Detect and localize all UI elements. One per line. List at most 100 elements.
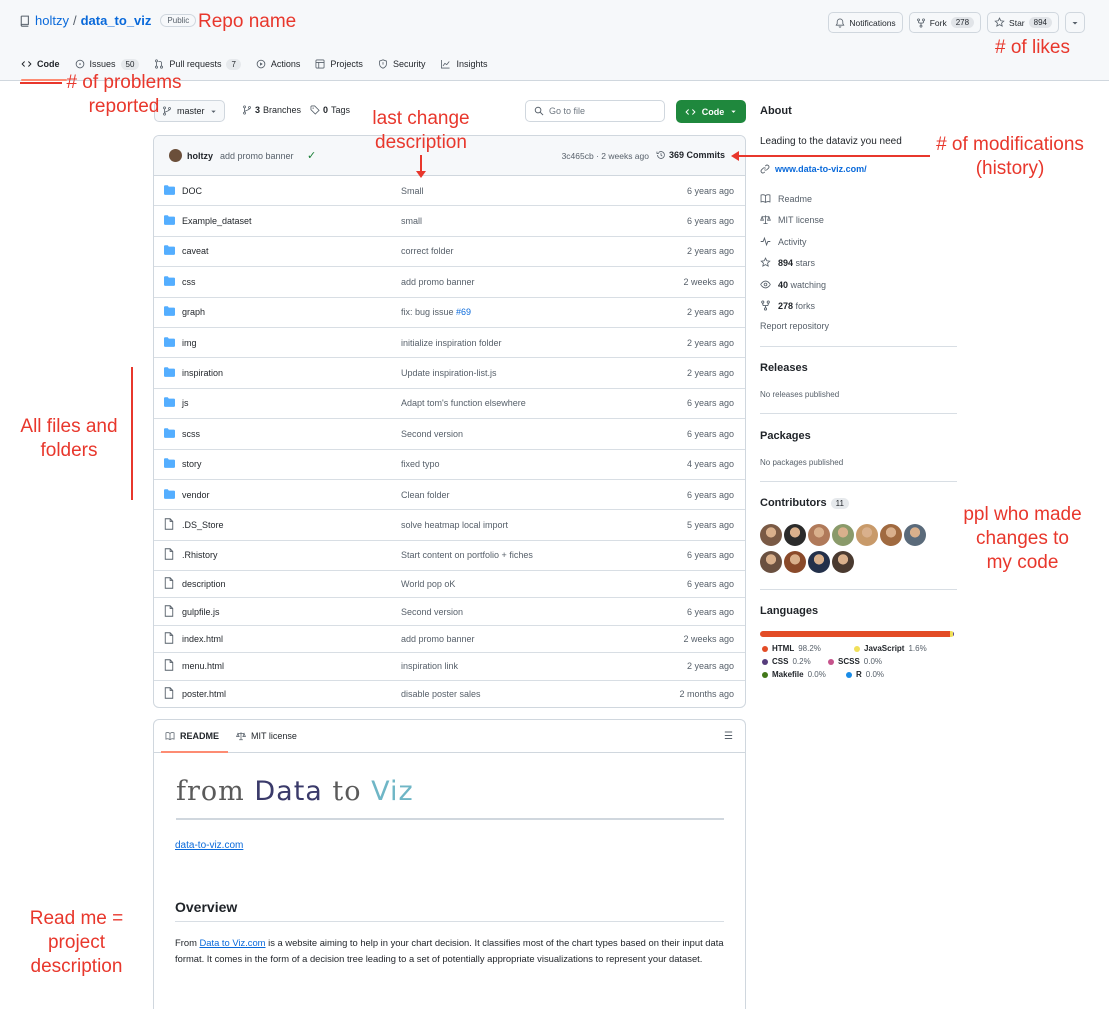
- avatar[interactable]: [880, 524, 902, 546]
- file-name-link[interactable]: scss: [182, 429, 200, 439]
- contributors-heading[interactable]: Contributors 11: [760, 497, 849, 509]
- forks-link[interactable]: 278 forks: [760, 300, 815, 311]
- tab-security[interactable]: Security: [378, 55, 425, 73]
- releases-heading[interactable]: Releases: [760, 362, 808, 374]
- table-row[interactable]: gulpfile.js Second version 6 years ago: [154, 598, 745, 626]
- tab-projects[interactable]: Projects: [315, 55, 363, 73]
- stars-link[interactable]: 894 stars: [760, 257, 815, 268]
- avatar[interactable]: [760, 524, 782, 546]
- file-name-link[interactable]: inspiration: [182, 368, 223, 378]
- file-name-link[interactable]: js: [182, 398, 189, 408]
- file-commit-message[interactable]: World pop oK: [401, 579, 455, 589]
- issue-link[interactable]: #69: [456, 307, 471, 317]
- table-row[interactable]: inspiration Update inspiration-list.js 2 y…: [154, 358, 745, 389]
- commits-history-link[interactable]: 369 Commits: [656, 150, 725, 160]
- readme-link[interactable]: Readme: [760, 193, 812, 204]
- report-repository-link[interactable]: Report repository: [760, 321, 829, 331]
- tab-license[interactable]: MIT license: [236, 731, 297, 741]
- packages-heading[interactable]: Packages: [760, 430, 811, 442]
- website-link[interactable]: www.data-to-viz.com/: [760, 164, 867, 174]
- file-name-link[interactable]: story: [182, 459, 202, 469]
- table-row[interactable]: story fixed typo 4 years ago: [154, 450, 745, 480]
- avatar[interactable]: [856, 524, 878, 546]
- table-row[interactable]: vendor Clean folder 6 years ago: [154, 480, 745, 511]
- avatar[interactable]: [832, 524, 854, 546]
- file-commit-message[interactable]: correct folder: [401, 246, 454, 256]
- code-dropdown-button[interactable]: Code: [676, 100, 746, 123]
- table-row[interactable]: description World pop oK 6 years ago: [154, 571, 745, 599]
- file-commit-message[interactable]: Update inspiration-list.js: [401, 368, 497, 378]
- file-name-link[interactable]: poster.html: [182, 689, 226, 699]
- file-name-link[interactable]: index.html: [182, 634, 223, 644]
- file-commit-message[interactable]: Start content on portfolio + fiches: [401, 550, 533, 560]
- commit-message[interactable]: add promo banner: [220, 151, 294, 161]
- tab-insights[interactable]: Insights: [440, 55, 487, 73]
- file-name-link[interactable]: gulpfile.js: [182, 607, 220, 617]
- fork-button[interactable]: Fork 278: [908, 12, 982, 33]
- language-item[interactable]: JavaScript 1.6%: [854, 644, 927, 653]
- repo-name-link[interactable]: data_to_viz: [81, 13, 152, 28]
- list-icon[interactable]: ☰: [724, 731, 733, 742]
- go-to-file-input[interactable]: Go to file: [525, 100, 665, 122]
- file-commit-message[interactable]: add promo banner: [401, 634, 475, 644]
- file-name-link[interactable]: menu.html: [182, 661, 224, 671]
- table-row[interactable]: index.html add promo banner 2 weeks ago: [154, 626, 745, 654]
- readme-site-link[interactable]: data-to-viz.com: [175, 840, 243, 851]
- table-row[interactable]: caveat correct folder 2 years ago: [154, 237, 745, 268]
- file-name-link[interactable]: .DS_Store: [182, 520, 224, 530]
- language-item[interactable]: HTML 98.2%: [762, 644, 821, 653]
- avatar[interactable]: [169, 149, 182, 162]
- language-item[interactable]: SCSS 0.0%: [828, 657, 882, 666]
- table-row[interactable]: Example_dataset small 6 years ago: [154, 206, 745, 237]
- file-commit-message[interactable]: fixed typo: [401, 459, 440, 469]
- file-commit-message[interactable]: Adapt tom's function elsewhere: [401, 398, 526, 408]
- table-row[interactable]: css add promo banner 2 weeks ago: [154, 267, 745, 298]
- table-row[interactable]: .DS_Store solve heatmap local import 5 yea…: [154, 510, 745, 541]
- avatar[interactable]: [832, 551, 854, 573]
- tab-readme[interactable]: README: [165, 731, 219, 741]
- file-commit-message[interactable]: disable poster sales: [401, 689, 481, 699]
- table-row[interactable]: poster.html disable poster sales 2 months …: [154, 681, 745, 707]
- table-row[interactable]: .Rhistory Start content on portfolio + fi…: [154, 541, 745, 572]
- file-commit-message[interactable]: fix: bug issue #69: [401, 307, 471, 317]
- star-button[interactable]: Star 894: [987, 12, 1059, 33]
- license-link[interactable]: MIT license: [760, 214, 824, 225]
- file-name-link[interactable]: description: [182, 579, 226, 589]
- activity-link[interactable]: Activity: [760, 236, 807, 247]
- file-commit-message[interactable]: solve heatmap local import: [401, 520, 508, 530]
- tags-link[interactable]: 0 Tags: [310, 105, 350, 115]
- commit-author[interactable]: holtzy: [187, 151, 213, 161]
- table-row[interactable]: DOC Small 6 years ago: [154, 176, 745, 207]
- file-name-link[interactable]: .Rhistory: [182, 550, 218, 560]
- star-list-dropdown[interactable]: [1065, 12, 1085, 33]
- avatar[interactable]: [784, 524, 806, 546]
- tab-code[interactable]: Code: [21, 55, 60, 73]
- file-commit-message[interactable]: Small: [401, 186, 424, 196]
- repo-owner-link[interactable]: holtzy: [35, 13, 69, 28]
- avatar[interactable]: [904, 524, 926, 546]
- commit-sha-time[interactable]: 3c465cb · 2 weeks ago: [562, 151, 649, 161]
- table-row[interactable]: img initialize inspiration folder 2 years …: [154, 328, 745, 359]
- branches-link[interactable]: 3 Branches: [242, 105, 301, 115]
- tab-actions[interactable]: Actions: [256, 55, 300, 73]
- file-commit-message[interactable]: Second version: [401, 429, 463, 439]
- file-name-link[interactable]: vendor: [182, 490, 210, 500]
- file-commit-message[interactable]: add promo banner: [401, 277, 475, 287]
- notifications-button[interactable]: Notifications: [828, 12, 903, 33]
- language-item[interactable]: R 0.0%: [846, 670, 884, 679]
- table-row[interactable]: scss Second version 6 years ago: [154, 419, 745, 450]
- check-icon[interactable]: ✓: [307, 149, 316, 162]
- file-commit-message[interactable]: Second version: [401, 607, 463, 617]
- avatar[interactable]: [760, 551, 782, 573]
- avatar[interactable]: [808, 524, 830, 546]
- file-name-link[interactable]: Example_dataset: [182, 216, 252, 226]
- overview-link[interactable]: Data to Viz.com: [199, 937, 265, 948]
- file-commit-message[interactable]: inspiration link: [401, 661, 458, 671]
- file-commit-message[interactable]: initialize inspiration folder: [401, 338, 502, 348]
- file-name-link[interactable]: img: [182, 338, 197, 348]
- file-commit-message[interactable]: Clean folder: [401, 490, 450, 500]
- table-row[interactable]: graph fix: bug issue #69 2 years ago: [154, 298, 745, 328]
- watching-link[interactable]: 40 watching: [760, 279, 826, 290]
- file-name-link[interactable]: DOC: [182, 186, 202, 196]
- language-item[interactable]: CSS 0.2%: [762, 657, 811, 666]
